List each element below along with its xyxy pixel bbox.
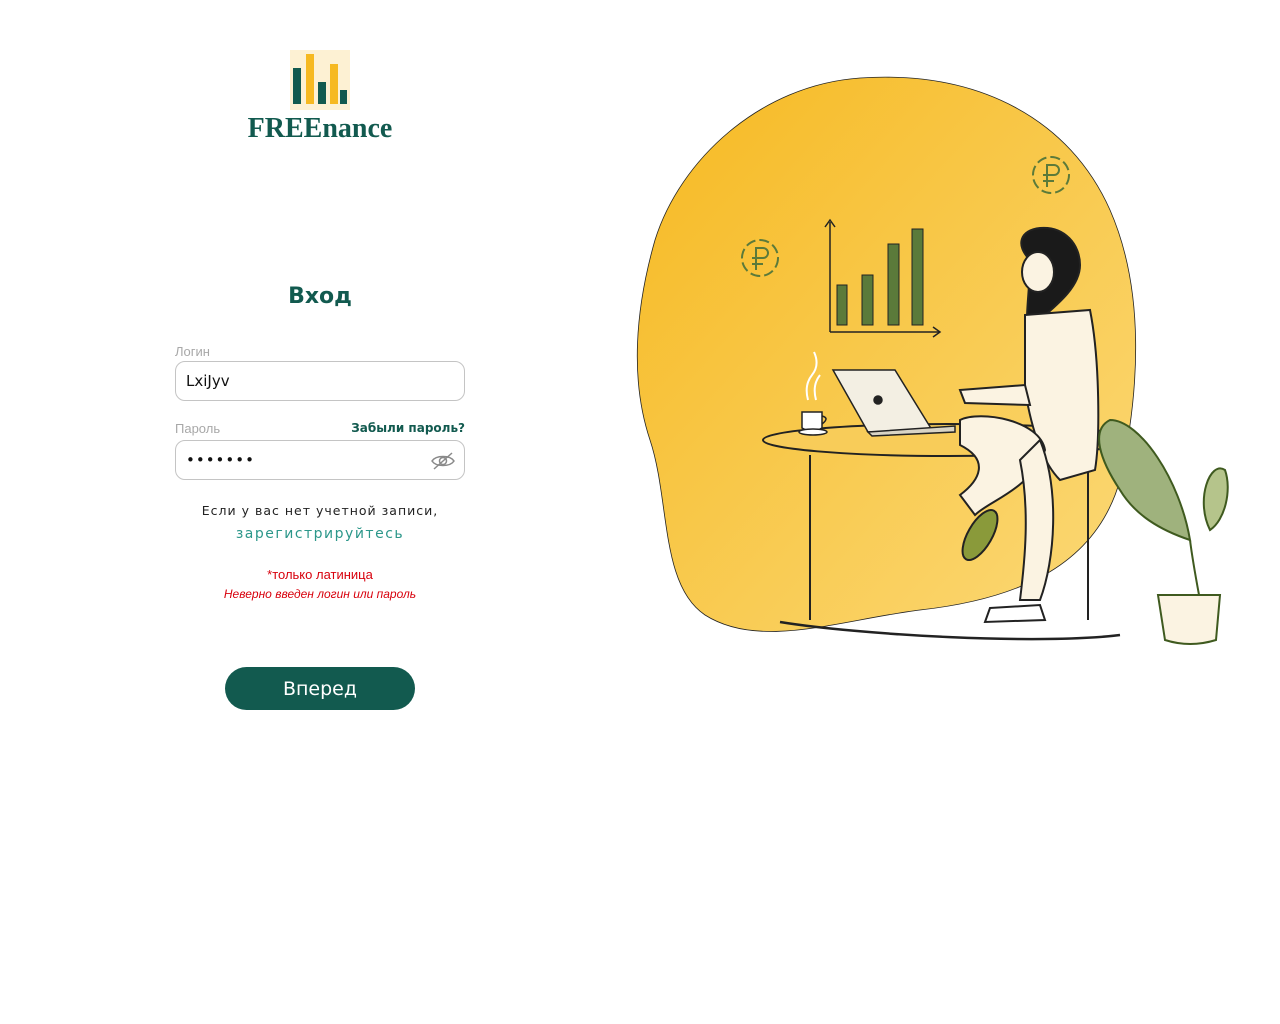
latin-only-hint: *только латиница — [267, 567, 373, 582]
register-link[interactable]: зарегистрируйтесь — [160, 526, 480, 542]
bar-chart-logo-icon — [290, 50, 350, 110]
error-message: Неверно введен логин или пароль — [223, 587, 417, 601]
login-label: Логин — [175, 344, 210, 359]
brand-name: FREEnance — [247, 113, 393, 144]
login-input[interactable]: LxiJyv — [175, 361, 465, 401]
login-page: FREEnance Вход Логин LxiJyv Пароль Забыл… — [0, 0, 1280, 1024]
page-title: Вход — [288, 284, 352, 309]
submit-button[interactable]: Вперед — [225, 667, 415, 710]
no-account-text: Если у вас нет учетной записи, — [201, 503, 439, 518]
forgot-password-link[interactable]: Забыли пароль? — [351, 421, 465, 435]
eye-slash-icon[interactable] — [430, 450, 456, 472]
finance-illustration — [636, 76, 1229, 645]
plant-icon — [1098, 418, 1229, 645]
password-input[interactable]: ••••••• — [175, 440, 465, 480]
password-label: Пароль — [175, 421, 221, 436]
